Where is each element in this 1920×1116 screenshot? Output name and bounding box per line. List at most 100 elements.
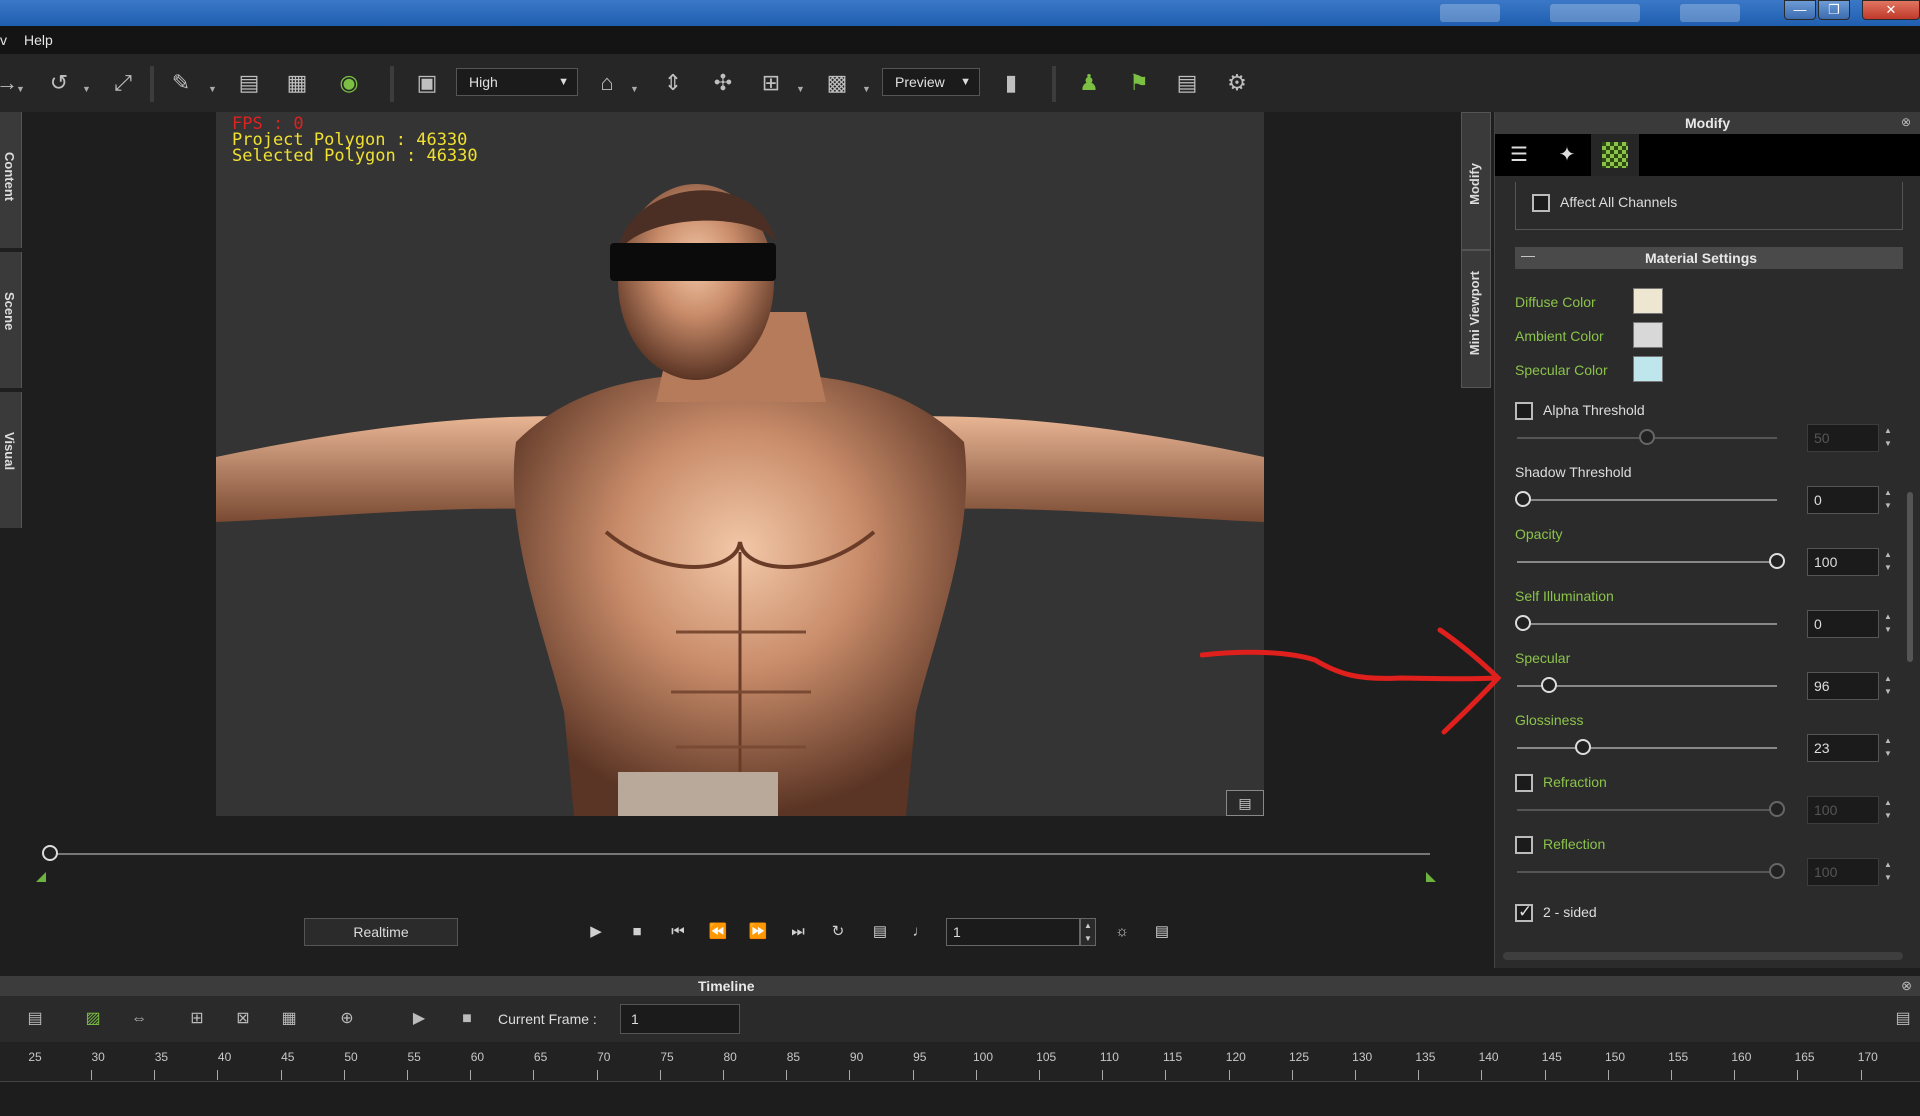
reflection-slider[interactable] bbox=[1517, 871, 1777, 873]
stop-icon[interactable]: ■ bbox=[625, 920, 649, 944]
glossiness-slider[interactable] bbox=[1517, 747, 1777, 749]
align-icon[interactable]: ▤ bbox=[234, 68, 264, 98]
eye-icon[interactable]: ▤ bbox=[1890, 1008, 1916, 1030]
opacity-stepper[interactable]: ▲ ▼ bbox=[1881, 548, 1895, 576]
display-icon[interactable]: ▩ bbox=[822, 68, 852, 98]
tab-motion[interactable]: ✦ bbox=[1543, 134, 1591, 176]
preview-dropdown[interactable]: Preview ▼ bbox=[882, 68, 980, 96]
tab-content[interactable]: Content bbox=[0, 112, 22, 248]
window-icon[interactable]: ▣ bbox=[412, 68, 442, 98]
self-illumination-slider[interactable] bbox=[1517, 623, 1777, 625]
tab-visual[interactable]: Visual bbox=[0, 392, 22, 528]
two-sided-checkbox[interactable] bbox=[1515, 902, 1533, 922]
self-illumination-stepper[interactable]: ▲ ▼ bbox=[1881, 610, 1895, 638]
clipboard-icon[interactable]: ▤ bbox=[1172, 68, 1202, 98]
close-icon[interactable]: ⊗ bbox=[1901, 978, 1912, 994]
start-marker-icon[interactable] bbox=[36, 872, 46, 882]
flag-icon[interactable]: ⚑ bbox=[1124, 68, 1154, 98]
chevron-down-icon[interactable]: ▼ bbox=[208, 84, 217, 94]
reflection-handle[interactable] bbox=[1769, 863, 1785, 879]
time-slider-track[interactable] bbox=[50, 853, 1430, 855]
eye-icon[interactable]: ◉ bbox=[334, 68, 364, 98]
diffuse-color-swatch[interactable] bbox=[1633, 288, 1663, 314]
last-frame-icon[interactable]: ⏭ bbox=[786, 920, 810, 944]
tab-mini-viewport[interactable]: Mini Viewport bbox=[1461, 250, 1491, 388]
align-list-icon[interactable]: ▦ bbox=[282, 68, 312, 98]
undo-icon[interactable]: ↺ bbox=[44, 68, 74, 98]
first-frame-icon[interactable]: ⏮ bbox=[666, 920, 690, 944]
refraction-stepper[interactable]: ▲ ▼ bbox=[1881, 796, 1895, 824]
tab-attributes[interactable]: ☰ bbox=[1495, 134, 1543, 176]
settings-icon[interactable]: ☼ bbox=[1110, 920, 1134, 944]
close-icon[interactable]: ⊗ bbox=[1901, 115, 1911, 129]
frame-stepper[interactable]: ▲ ▼ bbox=[1080, 918, 1096, 946]
audio-icon[interactable]: ♩ bbox=[908, 920, 932, 944]
glossiness-stepper[interactable]: ▲ ▼ bbox=[1881, 734, 1895, 762]
list-icon[interactable]: ▤ bbox=[1150, 920, 1174, 944]
maximize-button[interactable]: ❐ bbox=[1818, 0, 1850, 20]
pose-icon[interactable]: ♟ bbox=[1074, 68, 1104, 98]
tab-material[interactable] bbox=[1591, 134, 1639, 176]
alpha-threshold-stepper[interactable]: ▲ ▼ bbox=[1881, 424, 1895, 452]
fit-icon[interactable]: ⇕ bbox=[658, 68, 688, 98]
self-illumination-input[interactable]: 0 bbox=[1807, 610, 1879, 638]
previous-frame-icon[interactable]: ⏪ bbox=[706, 920, 730, 944]
refraction-slider[interactable] bbox=[1517, 809, 1777, 811]
pick-icon[interactable]: ✎ bbox=[166, 68, 196, 98]
close-window-button[interactable]: ✕ bbox=[1862, 0, 1920, 20]
film-icon[interactable]: ▤ bbox=[22, 1008, 48, 1030]
end-marker-icon[interactable] bbox=[1426, 872, 1436, 882]
reflection-stepper[interactable]: ▲ ▼ bbox=[1881, 858, 1895, 886]
scale-icon[interactable]: ⤢ bbox=[108, 68, 138, 98]
glossiness-handle[interactable] bbox=[1575, 739, 1591, 755]
minimize-button[interactable]: — bbox=[1784, 0, 1816, 20]
timeline-ruler[interactable]: 25 30 35 40 45 50 55 60 65 70 75 80 85 90 95 100 105 110 1… bbox=[0, 1042, 1920, 1082]
track-key-icon[interactable]: ▨ bbox=[80, 1008, 106, 1030]
stop-icon[interactable]: ■ bbox=[454, 1008, 480, 1030]
chevron-down-icon[interactable]: ▼ bbox=[796, 84, 805, 94]
specular-input[interactable]: 96 bbox=[1807, 672, 1879, 700]
subtitle-icon[interactable]: ▤ bbox=[868, 920, 892, 944]
video-camera-icon[interactable]: ▮ bbox=[996, 68, 1026, 98]
opacity-slider[interactable] bbox=[1517, 561, 1777, 563]
specular-stepper[interactable]: ▲ ▼ bbox=[1881, 672, 1895, 700]
ambient-color-swatch[interactable] bbox=[1633, 322, 1663, 348]
alpha-threshold-input[interactable]: 50 bbox=[1807, 424, 1879, 452]
insert-frame-icon[interactable]: ⊞ bbox=[184, 1008, 210, 1030]
shadow-threshold-input[interactable]: 0 bbox=[1807, 486, 1879, 514]
opacity-handle[interactable] bbox=[1769, 553, 1785, 569]
camera-preset-icon[interactable]: ⊞ bbox=[756, 68, 786, 98]
chevron-down-icon[interactable]: ▼ bbox=[82, 84, 91, 94]
comment-icon[interactable]: ▤ bbox=[1226, 790, 1264, 816]
render-quality-dropdown[interactable]: High ▼ bbox=[456, 68, 578, 96]
realtime-button[interactable]: Realtime bbox=[304, 918, 458, 946]
shadow-threshold-stepper[interactable]: ▲ ▼ bbox=[1881, 486, 1895, 514]
refraction-handle[interactable] bbox=[1769, 801, 1785, 817]
chevron-down-icon[interactable]: ▼ bbox=[862, 84, 871, 94]
range-icon[interactable]: ⇔ bbox=[126, 1008, 152, 1030]
play-icon[interactable]: ▶ bbox=[584, 920, 608, 944]
frame-input[interactable]: 1 bbox=[946, 918, 1080, 946]
chevron-down-icon[interactable]: ▼ bbox=[16, 84, 25, 94]
tab-modify[interactable]: Modify bbox=[1461, 112, 1491, 250]
alpha-threshold-checkbox[interactable] bbox=[1515, 402, 1533, 420]
glossiness-input[interactable]: 23 bbox=[1807, 734, 1879, 762]
current-frame-input[interactable]: 1 bbox=[620, 1004, 740, 1034]
remove-frame-icon[interactable]: ⊠ bbox=[230, 1008, 256, 1030]
grid-icon[interactable]: ▦ bbox=[276, 1008, 302, 1030]
refraction-input[interactable]: 100 bbox=[1807, 796, 1879, 824]
chevron-down-icon[interactable]: ▼ bbox=[630, 84, 639, 94]
collapse-icon[interactable]: — bbox=[1521, 247, 1535, 263]
next-frame-icon[interactable]: ⏩ bbox=[746, 920, 770, 944]
3d-viewport[interactable]: FPS : 0 Project Polygon : 46330 Selected… bbox=[216, 112, 1264, 816]
horizontal-scrollbar[interactable] bbox=[1503, 952, 1903, 960]
menu-item-help[interactable]: Help bbox=[24, 32, 53, 48]
opacity-input[interactable]: 100 bbox=[1807, 548, 1879, 576]
panel-scrollbar[interactable] bbox=[1907, 492, 1913, 662]
shadow-threshold-slider[interactable] bbox=[1517, 499, 1777, 501]
move-icon[interactable]: ✣ bbox=[708, 68, 738, 98]
time-slider-handle[interactable] bbox=[42, 845, 58, 861]
reflection-checkbox[interactable] bbox=[1515, 836, 1533, 854]
play-icon[interactable]: ▶ bbox=[406, 1008, 432, 1030]
shadow-threshold-handle[interactable] bbox=[1515, 491, 1531, 507]
